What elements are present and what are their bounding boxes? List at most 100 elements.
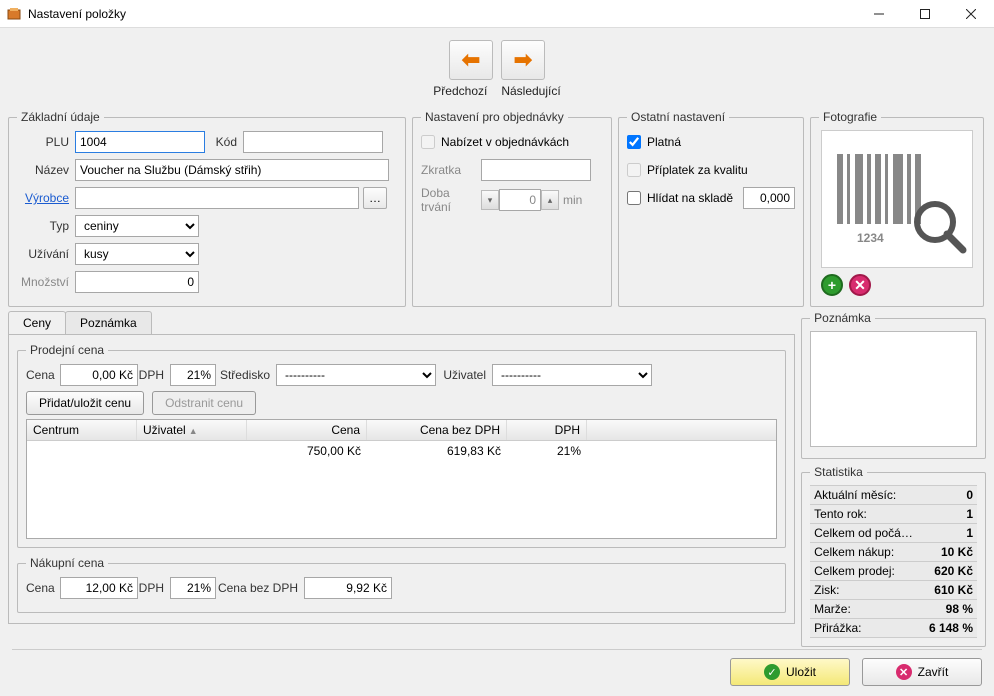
price-grid[interactable]: Centrum Uživatel▲ Cena Cena bez DPH DPH … [26,419,777,539]
mnozstvi-label: Množství [17,275,75,289]
priplatek-checkbox [627,163,641,177]
buy-dph-label: DPH [138,581,170,595]
minimize-button[interactable] [856,0,902,28]
titlebar: Nastavení položky [0,0,994,28]
photo-add-button[interactable]: + [821,274,843,296]
typ-select[interactable]: ceniny [75,215,199,237]
close-window-button[interactable] [948,0,994,28]
tab-body-ceny: Prodejní cena Cena DPH Středisko -------… [8,334,795,624]
stats-row: Tento rok:1 [810,505,977,524]
sell-fieldset: Prodejní cena Cena DPH Středisko -------… [17,343,786,548]
note-textarea[interactable] [810,331,977,447]
stats-fieldset: Statistika Aktuální měsíc:0 Tento rok:1 … [801,465,986,647]
mnozstvi-input[interactable] [75,271,199,293]
prev-label: Předchozí [433,84,487,98]
stats-row: Celkem nákup:10 Kč [810,543,977,562]
note-legend: Poznámka [810,311,875,325]
stats-row: Celkem od počá…1 [810,524,977,543]
sell-uzivatel-select[interactable]: ---------- [492,364,652,386]
sell-uzivatel-label: Uživatel [436,368,492,382]
next-label: Následující [501,84,560,98]
gh-cena[interactable]: Cena [247,420,367,440]
add-price-button[interactable]: Přidat/uložit cenu [26,391,144,415]
next-button[interactable]: ➡ [501,40,545,80]
photo-placeholder: 1234 [821,130,973,268]
sort-asc-icon: ▲ [189,426,198,436]
nabizet-checkbox [421,135,435,149]
sell-stredisko-select[interactable]: ---------- [276,364,436,386]
priplatek-label: Příplatek za kvalitu [647,163,748,177]
tab-poznamka[interactable]: Poznámka [65,311,152,334]
sell-dph-input[interactable] [170,364,216,386]
vyrobce-browse-button[interactable]: … [363,187,387,209]
platna-checkbox[interactable] [627,135,641,149]
kod-input[interactable] [243,131,383,153]
sell-cena-input[interactable] [60,364,138,386]
sell-cena-label: Cena [26,368,60,382]
orders-fieldset: Nastavení pro objednávky Nabízet v objed… [412,110,612,307]
stats-row: Přirážka:6 148 % [810,619,977,638]
maximize-button[interactable] [902,0,948,28]
stats-row: Aktuální měsíc:0 [810,486,977,505]
gh-uzivatel[interactable]: Uživatel▲ [137,420,247,440]
action-bar: ✓ Uložit ✕ Zavřít [12,649,982,686]
barcode-magnify-icon: 1234 [827,144,967,254]
hlidat-checkbox[interactable] [627,191,641,205]
arrow-right-icon: ➡ [514,47,532,73]
table-row[interactable]: 750,00 Kč 619,83 Kč 21% [27,441,776,461]
nazev-label: Název [17,163,75,177]
uzivani-select[interactable]: kusy [75,243,199,265]
check-icon: ✓ [764,664,780,680]
stats-legend: Statistika [810,465,867,479]
buy-dph-input[interactable] [170,577,216,599]
doba-down-button: ▾ [481,190,499,210]
gh-centrum[interactable]: Centrum [27,420,137,440]
tab-ceny[interactable]: Ceny [8,311,66,334]
vyrobce-input[interactable] [75,187,359,209]
close-button[interactable]: ✕ Zavřít [862,658,982,686]
buy-cena-bez-input[interactable] [304,577,392,599]
plu-input[interactable] [75,131,205,153]
zkratka-label: Zkratka [421,163,481,177]
stats-row: Celkem prodej:620 Kč [810,562,977,581]
nav-toolbar: ⬅ ➡ Předchozí Následující [0,28,994,106]
stats-table: Aktuální měsíc:0 Tento rok:1 Celkem od p… [810,485,977,638]
buy-cena-input[interactable] [60,577,138,599]
gh-dph[interactable]: DPH [507,420,587,440]
buy-legend: Nákupní cena [26,556,108,570]
photo-delete-button[interactable]: ✕ [849,274,871,296]
svg-text:1234: 1234 [857,231,884,245]
basic-fieldset: Základní údaje PLU Kód Název Výrobce … T… [8,110,406,307]
doba-label: Doba trvání [421,186,481,214]
platna-label: Platná [647,135,681,149]
uzivani-label: Užívání [17,247,75,261]
doba-input [499,189,541,211]
sell-legend: Prodejní cena [26,343,108,357]
photo-legend: Fotografie [819,110,881,124]
vyrobce-link[interactable]: Výrobce [17,191,75,205]
prev-button[interactable]: ⬅ [449,40,493,80]
save-button[interactable]: ✓ Uložit [730,658,850,686]
arrow-left-icon: ⬅ [462,47,480,73]
orders-legend: Nastavení pro objednávky [421,110,568,124]
price-grid-head: Centrum Uživatel▲ Cena Cena bez DPH DPH [27,420,776,441]
nabizet-label: Nabízet v objednávkách [441,135,569,149]
kod-label: Kód [205,135,243,149]
stats-row: Marže:98 % [810,600,977,619]
other-fieldset: Ostatní nastavení Platná Příplatek za kv… [618,110,804,307]
nazev-input[interactable] [75,159,389,181]
stats-row: Zisk:610 Kč [810,581,977,600]
zkratka-input [481,159,591,181]
plu-label: PLU [17,135,75,149]
gh-cena-bez[interactable]: Cena bez DPH [367,420,507,440]
photo-fieldset: Fotografie 1234 + ✕ [810,110,984,307]
remove-price-button: Odstranit cenu [152,391,256,415]
close-icon: ✕ [896,664,912,680]
typ-label: Typ [17,219,75,233]
sell-stredisko-label: Středisko [216,368,276,382]
basic-legend: Základní údaje [17,110,104,124]
doba-unit: min [559,193,588,207]
hlidat-input[interactable] [743,187,795,209]
sell-dph-label: DPH [138,368,170,382]
buy-fieldset: Nákupní cena Cena DPH Cena bez DPH [17,556,786,613]
